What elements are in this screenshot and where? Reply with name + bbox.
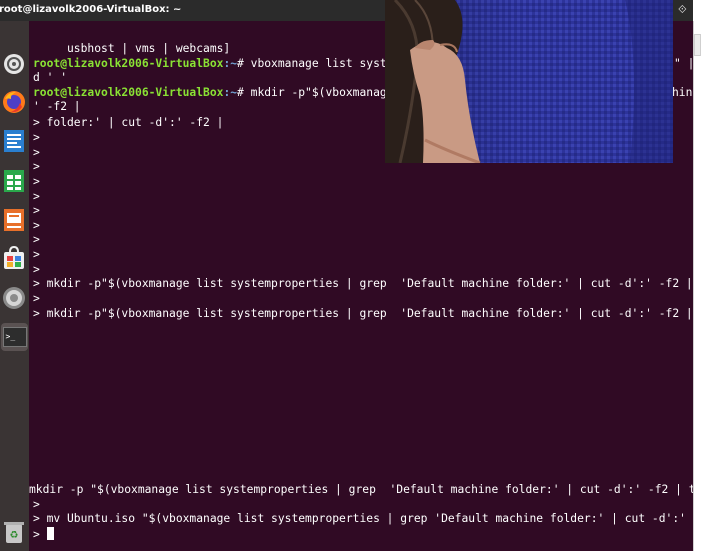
terminal-glyph: >_ (2, 327, 27, 347)
terminal-line: > (33, 204, 40, 217)
terminal-line: > folder:' | cut -d':' -f2 | (33, 116, 224, 129)
prompt-user: root@lizavolk2006-VirtualBox (33, 86, 224, 99)
terminal-line: ' -f2 | (33, 100, 81, 113)
launcher-impress-icon[interactable] (1, 207, 26, 232)
terminal-line: > (33, 527, 54, 541)
scrollbar-handle[interactable] (694, 34, 701, 56)
webcam-overlay (385, 0, 673, 163)
window-edge (693, 21, 694, 551)
terminal-line: usbhost | vms | webcams] (33, 42, 231, 55)
terminal-line-tail: hin (672, 86, 693, 99)
terminal-line: > mkdir -p"$(vboxmanage list systemprope… (33, 277, 693, 290)
terminal-line: d ' ' (33, 71, 68, 84)
launcher-calc-icon[interactable] (1, 168, 26, 193)
launcher-settings-icon[interactable] (1, 285, 26, 310)
terminal-line: > (33, 160, 40, 173)
launcher-software-icon[interactable] (1, 245, 26, 270)
terminal-line: root@lizavolk2006-VirtualBox:~# vboxmana… (33, 57, 394, 70)
terminal-line: > (33, 175, 40, 188)
terminal-line: > (33, 146, 40, 159)
terminal-line: > mkdir -p"$(vboxmanage list systemprope… (33, 307, 693, 320)
terminal-line: > (33, 263, 40, 276)
launcher-trash-icon[interactable]: ♻ (1, 519, 26, 544)
terminal-line: > (33, 190, 40, 203)
terminal-cursor (46, 527, 54, 540)
svg-text:♻: ♻ (9, 530, 18, 541)
right-strip (693, 0, 701, 551)
terminal-line: > (33, 248, 40, 261)
launcher-system-icon[interactable] (1, 51, 26, 76)
terminal-line: mkdir -p "$(vboxmanage list systemproper… (29, 483, 693, 496)
launcher-firefox-icon[interactable] (1, 89, 26, 114)
terminal-line-tail: " | (674, 57, 693, 70)
prompt-path: :~ (223, 86, 238, 99)
terminal-line: > (33, 131, 40, 144)
launcher-terminal-icon[interactable]: >_ (1, 323, 28, 351)
terminal-line: > (33, 219, 40, 232)
window-title: root@lizavolk2006-VirtualBox: ~ (0, 4, 182, 15)
prompt-path: :~ (223, 57, 238, 70)
terminal-line: > mv Ubuntu.iso "$(vboxmanage list syste… (33, 512, 693, 525)
terminal-line: root@lizavolk2006-VirtualBox:~# mkdir -p… (33, 86, 394, 99)
launcher-writer-icon[interactable] (1, 128, 26, 153)
sys-menu-icon[interactable]: ⟐ (678, 3, 687, 17)
launcher: >_ ♻ (0, 21, 33, 551)
terminal-line: > (33, 233, 40, 246)
prompt-user: root@lizavolk2006-VirtualBox (33, 57, 224, 70)
terminal-line: > (33, 292, 40, 305)
terminal-line: > (33, 498, 40, 511)
